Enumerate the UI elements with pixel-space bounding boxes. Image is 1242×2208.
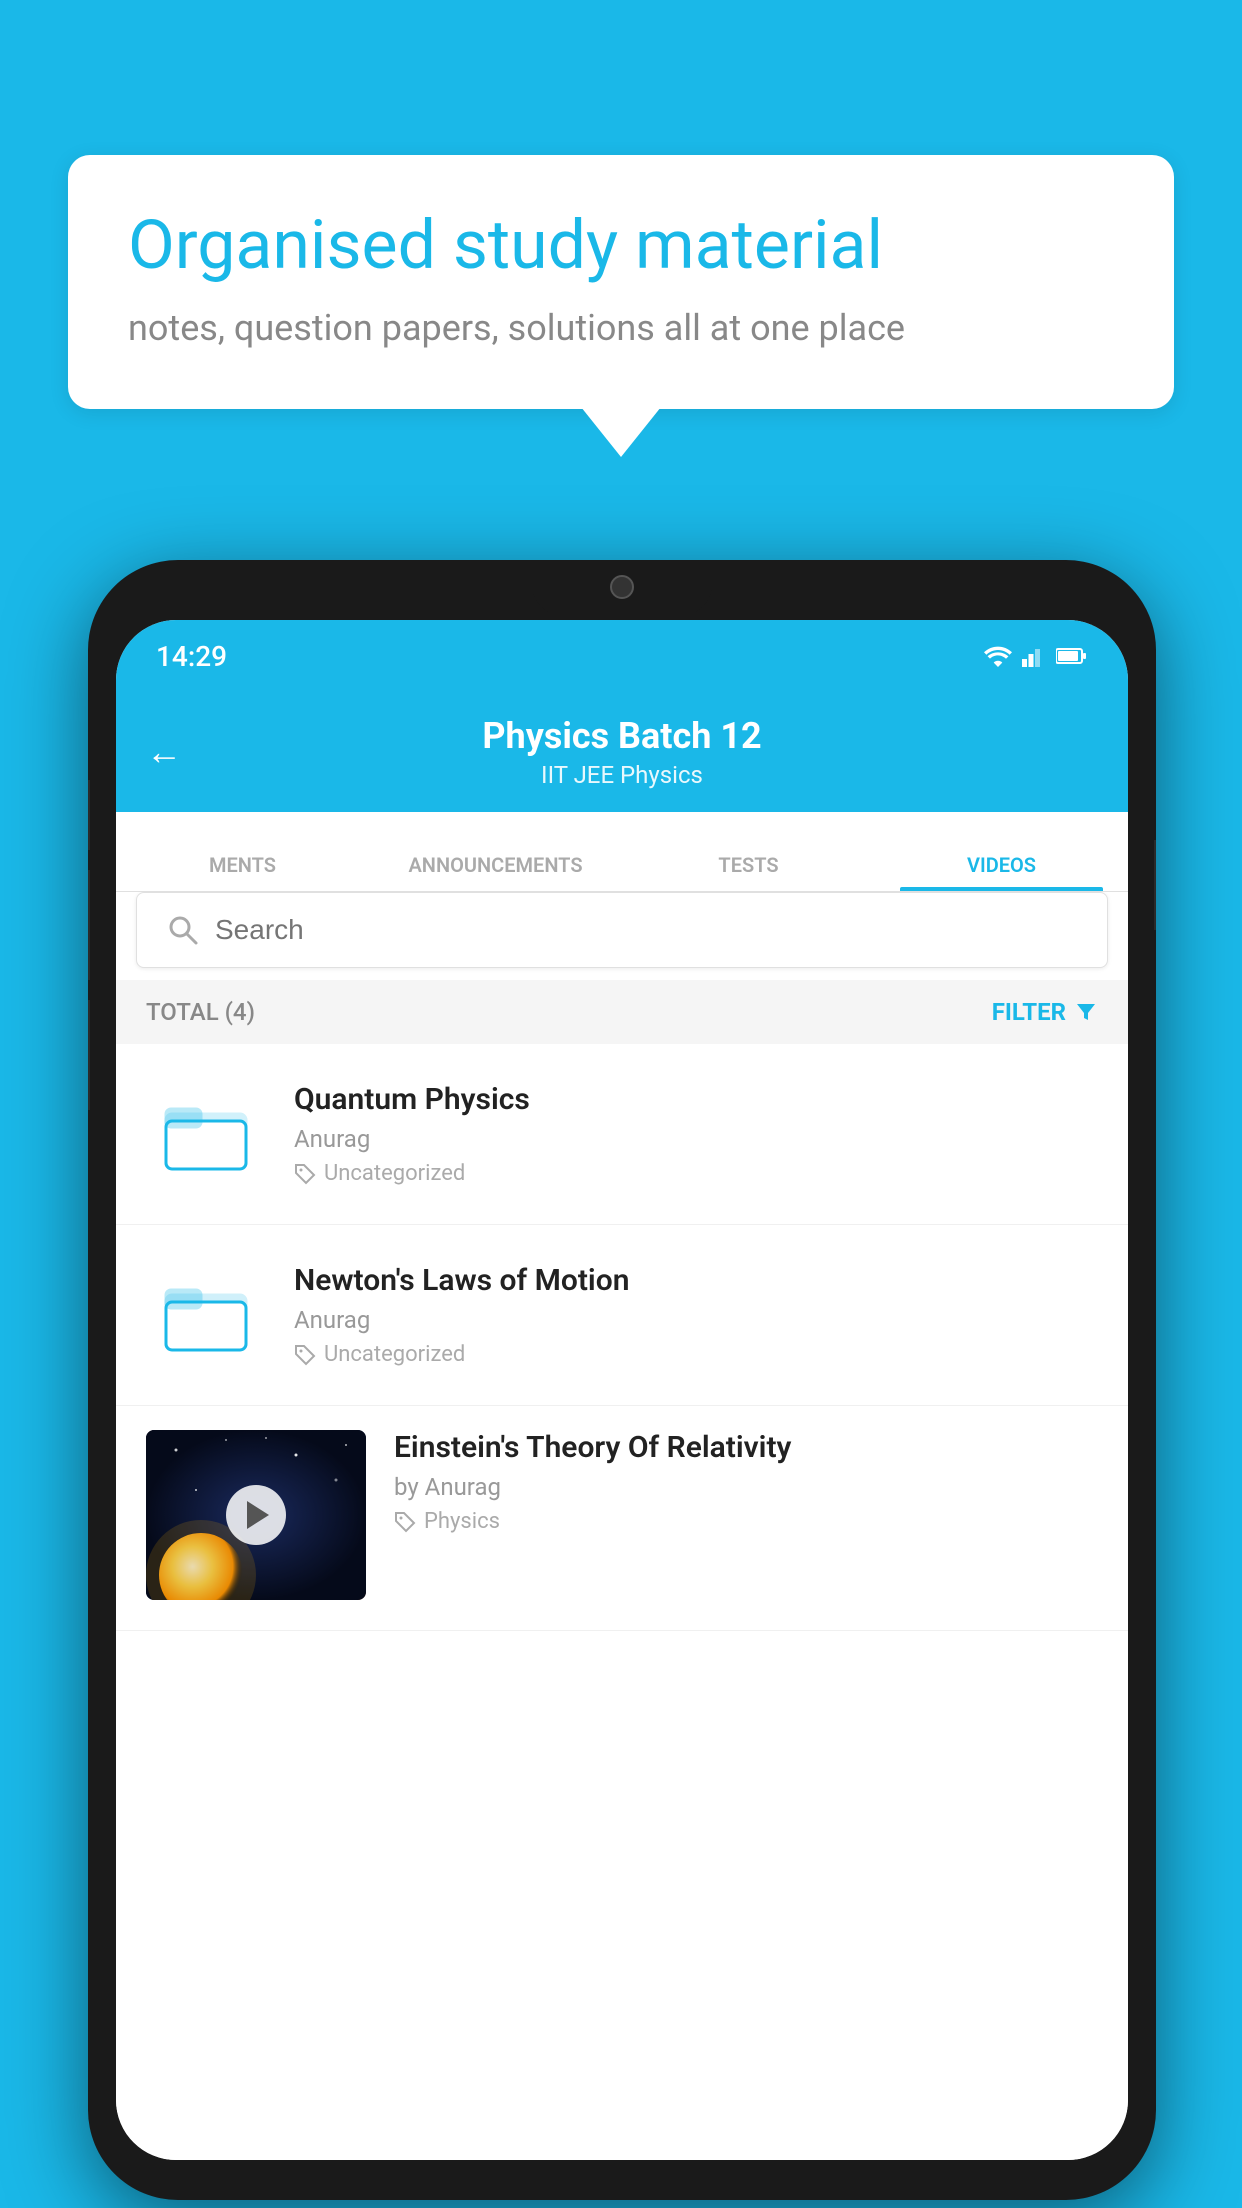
phone-volume-down-button: [88, 1000, 90, 1110]
list-item[interactable]: Quantum Physics Anurag Uncategorized: [116, 1044, 1128, 1225]
phone-frame: 14:29: [88, 560, 1156, 2200]
tag-text-1: Uncategorized: [324, 1161, 465, 1186]
video-author-1: Anurag: [294, 1125, 1098, 1153]
video-tag-3: Physics: [394, 1509, 1098, 1534]
folder-icon: [161, 1089, 251, 1179]
video-thumbnail-einstein: [146, 1430, 366, 1600]
play-button[interactable]: [226, 1485, 286, 1545]
video-author-2: Anurag: [294, 1306, 1098, 1334]
status-icons: [984, 645, 1088, 667]
video-tag-2: Uncategorized: [294, 1342, 1098, 1367]
search-icon: [167, 914, 199, 946]
tab-bar: MENTS ANNOUNCEMENTS TESTS VIDEOS: [116, 812, 1128, 892]
tab-ments[interactable]: MENTS: [116, 853, 369, 891]
phone-notch: [532, 560, 712, 615]
phone-volume-up-button: [88, 870, 90, 980]
play-triangle-icon: [247, 1501, 269, 1529]
list-item[interactable]: Einstein's Theory Of Relativity by Anura…: [116, 1406, 1128, 1631]
tab-tests[interactable]: TESTS: [622, 853, 875, 891]
search-container: [136, 892, 1108, 968]
video-title-1: Quantum Physics: [294, 1082, 1098, 1117]
tag-icon: [294, 1163, 316, 1185]
tag-text-2: Uncategorized: [324, 1342, 465, 1367]
phone-screen: 14:29: [116, 620, 1128, 2160]
folder-thumb-1: [146, 1074, 266, 1194]
tag-text-3: Physics: [424, 1509, 500, 1534]
video-title-3: Einstein's Theory Of Relativity: [394, 1430, 1098, 1465]
app-header: ← Physics Batch 12 IIT JEE Physics: [116, 692, 1128, 812]
phone-mute-button: [88, 780, 90, 850]
tag-icon: [394, 1511, 416, 1533]
video-info-1: Quantum Physics Anurag Uncategorized: [294, 1082, 1098, 1186]
filter-funnel-icon: [1074, 1000, 1098, 1024]
video-tag-1: Uncategorized: [294, 1161, 1098, 1186]
tab-videos[interactable]: VIDEOS: [875, 853, 1128, 891]
speech-bubble: Organised study material notes, question…: [68, 155, 1174, 409]
status-bar: 14:29: [116, 620, 1128, 692]
video-list: Quantum Physics Anurag Uncategorized: [116, 1044, 1128, 2160]
status-time: 14:29: [156, 640, 227, 673]
filter-label: FILTER: [992, 998, 1066, 1026]
header-title: Physics Batch 12: [482, 715, 761, 757]
bubble-title: Organised study material: [128, 205, 1114, 287]
phone-power-button: [1154, 840, 1156, 930]
battery-icon: [1056, 647, 1088, 665]
signal-icon: [1022, 645, 1046, 667]
wifi-icon: [984, 645, 1012, 667]
total-count: TOTAL (4): [146, 998, 255, 1026]
tag-icon: [294, 1344, 316, 1366]
tab-announcements[interactable]: ANNOUNCEMENTS: [369, 853, 622, 891]
bubble-subtitle: notes, question papers, solutions all at…: [128, 307, 1114, 349]
header-subtitle: IIT JEE Physics: [541, 761, 703, 789]
list-item[interactable]: Newton's Laws of Motion Anurag Uncategor…: [116, 1225, 1128, 1406]
video-author-3: by Anurag: [394, 1473, 1098, 1501]
back-button[interactable]: ←: [146, 731, 182, 773]
video-info-3: Einstein's Theory Of Relativity by Anura…: [394, 1430, 1098, 1534]
phone-camera: [610, 575, 634, 599]
folder-thumb-2: [146, 1255, 266, 1375]
video-title-2: Newton's Laws of Motion: [294, 1263, 1098, 1298]
video-info-2: Newton's Laws of Motion Anurag Uncategor…: [294, 1263, 1098, 1367]
filter-row: TOTAL (4) FILTER: [116, 980, 1128, 1044]
filter-button[interactable]: FILTER: [992, 998, 1098, 1026]
folder-icon: [161, 1270, 251, 1360]
search-input[interactable]: [215, 914, 1077, 946]
